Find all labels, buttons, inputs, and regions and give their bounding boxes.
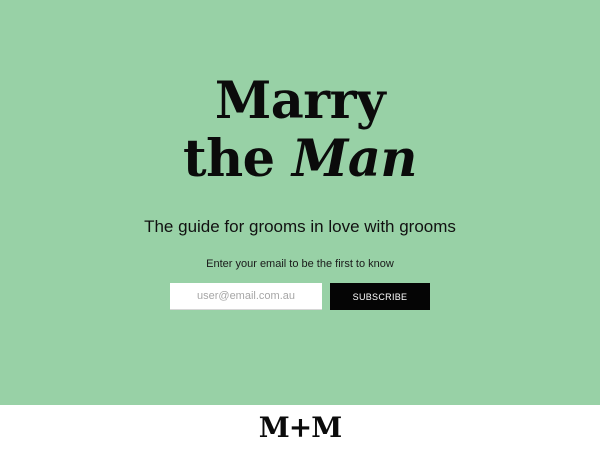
- footer: M+M: [0, 405, 600, 450]
- title-line-2: the Man: [0, 130, 600, 188]
- subscribe-button[interactable]: SUBSCRIBE: [330, 283, 430, 310]
- tagline: The guide for grooms in love with grooms: [144, 217, 456, 236]
- title-line-2-emphasis: Man: [291, 129, 418, 189]
- title-line-1: Marry: [214, 71, 386, 131]
- page-title: Marry the Man: [0, 72, 600, 188]
- title-line-2-prefix: the: [183, 129, 292, 189]
- hero-section: Marry the Man The guide for grooms in lo…: [0, 0, 600, 405]
- footer-logo: M+M: [258, 411, 342, 444]
- signup-prompt: Enter your email to be the first to know: [206, 258, 394, 270]
- email-input[interactable]: [170, 283, 322, 310]
